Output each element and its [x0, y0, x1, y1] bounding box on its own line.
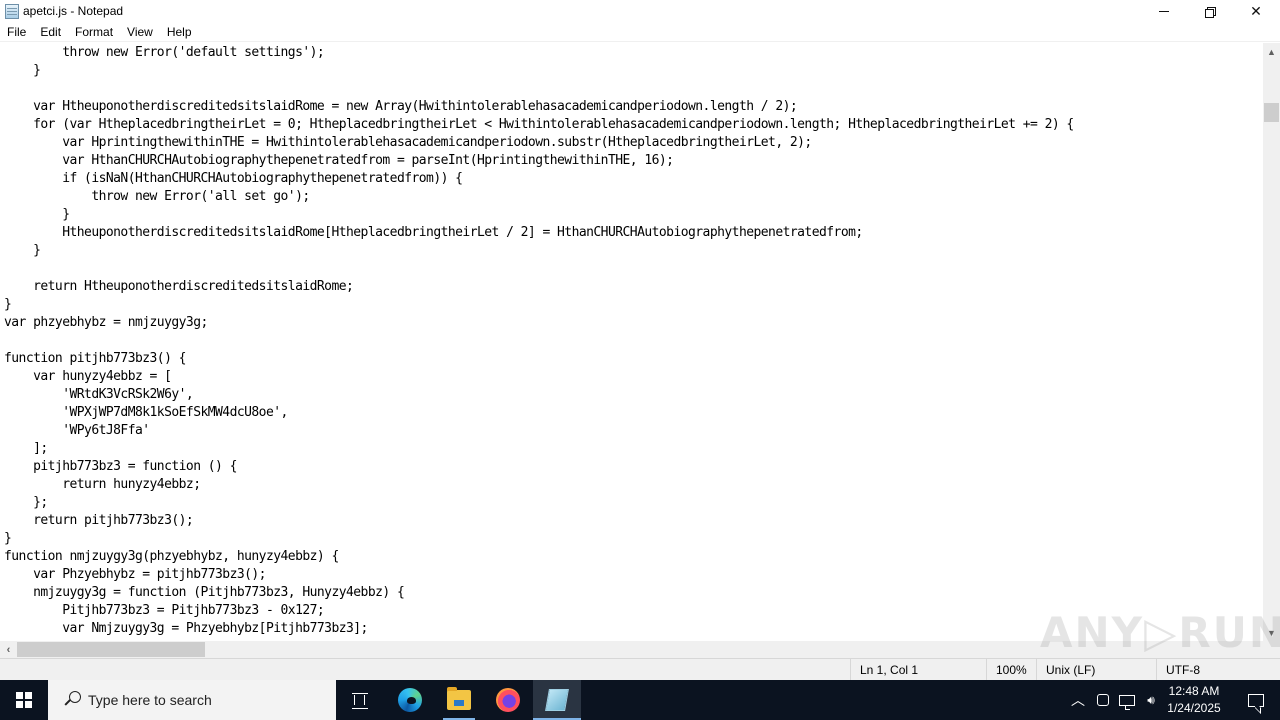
code-line: } — [4, 297, 12, 312]
taskbar-search-box[interactable]: Type here to search — [48, 680, 336, 720]
encoding: UTF-8 — [1156, 659, 1280, 680]
code-line: var HprintingthewithinTHE = Hwithintoler… — [4, 135, 812, 150]
code-line: } — [4, 207, 70, 222]
scroll-down-button[interactable]: ▼ — [1263, 624, 1280, 641]
code-line: var HthanCHURCHAutobiographythepenetrate… — [4, 153, 674, 168]
network-button[interactable] — [1116, 680, 1138, 720]
edge-icon — [398, 688, 422, 712]
menu-help[interactable]: Help — [160, 23, 199, 42]
menu-bar: File Edit Format View Help — [0, 23, 1280, 42]
code-line: throw new Error('default settings'); — [4, 45, 325, 60]
code-line: } — [4, 531, 12, 546]
code-line: var HtheuponotherdiscreditedsitslaidRome… — [4, 99, 798, 114]
chevron-up-icon: ︿ — [1071, 692, 1085, 708]
code-line: var phzyebhybz = nmjzuygy3g; — [4, 315, 208, 330]
close-icon: ✕ — [1250, 3, 1262, 19]
code-line: function pitjhb773bz3() { — [4, 351, 186, 366]
scrollbar-corner — [1263, 641, 1280, 658]
code-line: for (var HtheplacedbringtheirLet = 0; Ht… — [4, 117, 1074, 132]
chevron-left-icon: ‹ — [6, 643, 11, 656]
volume-button[interactable]: 🔊︎ — [1140, 680, 1162, 720]
taskbar-firefox[interactable] — [484, 680, 532, 720]
volume-icon: 🔊︎ — [1147, 692, 1155, 707]
cursor-position: Ln 1, Col 1 — [850, 659, 986, 680]
status-bar: Ln 1, Col 1 100% Unix (LF) UTF-8 — [0, 658, 1280, 680]
code-line: function nmjzuygy3g(phzyebhybz, hunyzy4e… — [4, 549, 339, 564]
clock-time: 12:48 AM — [1168, 684, 1220, 698]
clock-date: 1/24/2025 — [1167, 701, 1221, 715]
taskbar-notepad[interactable] — [533, 680, 581, 720]
code-line: } — [4, 63, 41, 78]
clock[interactable]: 12:48 AM 1/24/2025 — [1164, 683, 1224, 717]
window-title: apetci.js - Notepad — [23, 4, 124, 18]
code-line: Pitjhb773bz3 = Pitjhb773bz3 - 0x127; — [4, 603, 325, 618]
minimize-button[interactable] — [1141, 0, 1187, 23]
code-line: if (isNaN(HthanCHURCHAutobiographythepen… — [4, 171, 463, 186]
taskbar: Type here to search ︿ 🔊︎ 12:48 AM 1/24/2… — [0, 680, 1280, 720]
menu-format[interactable]: Format — [68, 23, 120, 42]
search-icon — [62, 690, 82, 710]
horizontal-scroll-thumb[interactable] — [17, 642, 205, 657]
chevron-down-icon: ▼ — [1267, 627, 1276, 638]
code-line: return HtheuponotherdiscreditedsitslaidR… — [4, 279, 354, 294]
line-ending: Unix (LF) — [1036, 659, 1156, 680]
code-line: return pitjhb773bz3(); — [4, 513, 194, 528]
scroll-left-button[interactable]: ‹ — [0, 641, 17, 658]
code-line: HtheuponotherdiscreditedsitslaidRome[Hth… — [4, 225, 863, 240]
camera-icon — [1097, 694, 1109, 706]
text-editor[interactable]: throw new Error('default settings'); } v… — [0, 43, 1263, 641]
code-line: var hunyzy4ebbz = [ — [4, 369, 172, 384]
close-button[interactable]: ✕ — [1233, 0, 1279, 23]
action-center-button[interactable] — [1232, 680, 1280, 720]
task-view-button[interactable] — [336, 680, 384, 720]
code-line: return hunyzy4ebbz; — [4, 477, 201, 492]
vertical-scroll-thumb[interactable] — [1264, 103, 1279, 122]
taskbar-file-explorer[interactable] — [435, 680, 483, 720]
minimize-icon — [1159, 11, 1169, 12]
code-line: } — [4, 243, 41, 258]
meet-now-button[interactable] — [1092, 680, 1114, 720]
code-line: 'WRtdK3VcRSk2W6y', — [4, 387, 194, 402]
restore-button[interactable] — [1187, 0, 1233, 23]
menu-edit[interactable]: Edit — [33, 23, 68, 42]
scroll-up-button[interactable]: ▲ — [1263, 43, 1280, 60]
code-line: }; — [4, 495, 48, 510]
notepad-icon — [545, 689, 569, 711]
zoom-level: 100% — [986, 659, 1036, 680]
task-view-icon — [352, 693, 368, 709]
vertical-scrollbar[interactable]: ▲ ▼ — [1263, 43, 1280, 641]
horizontal-scrollbar[interactable]: ‹ › — [0, 641, 1273, 658]
menu-view[interactable]: View — [120, 23, 160, 42]
windows-logo-icon — [16, 692, 32, 708]
code-line: ]; — [4, 441, 48, 456]
taskbar-edge[interactable] — [386, 680, 434, 720]
start-button[interactable] — [0, 680, 48, 720]
notification-icon — [1248, 693, 1264, 707]
code-line: throw new Error('all set go'); — [4, 189, 310, 204]
title-bar: apetci.js - Notepad ✕ — [0, 0, 1280, 23]
search-placeholder: Type here to search — [88, 692, 212, 708]
network-icon — [1119, 694, 1135, 710]
menu-file[interactable]: File — [0, 23, 33, 42]
code-line: 'WPy6tJ8Ffa' — [4, 423, 150, 438]
code-line: var Phzyebhybz = pitjhb773bz3(); — [4, 567, 266, 582]
folder-icon — [447, 687, 471, 710]
code-line: 'WPXjWP7dM8k1kSoEfSkMW4dcU8oe', — [4, 405, 288, 420]
restore-icon — [1205, 6, 1216, 18]
chevron-up-icon: ▲ — [1267, 46, 1276, 57]
code-line: nmjzuygy3g = function (Pitjhb773bz3, Hun… — [4, 585, 405, 600]
code-line: pitjhb773bz3 = function () { — [4, 459, 237, 474]
firefox-icon — [496, 688, 520, 712]
code-line: var Nmjzuygy3g = Phzyebhybz[Pitjhb773bz3… — [4, 621, 368, 636]
show-hidden-icons-button[interactable]: ︿ — [1066, 680, 1090, 720]
notepad-app-icon — [5, 4, 19, 19]
